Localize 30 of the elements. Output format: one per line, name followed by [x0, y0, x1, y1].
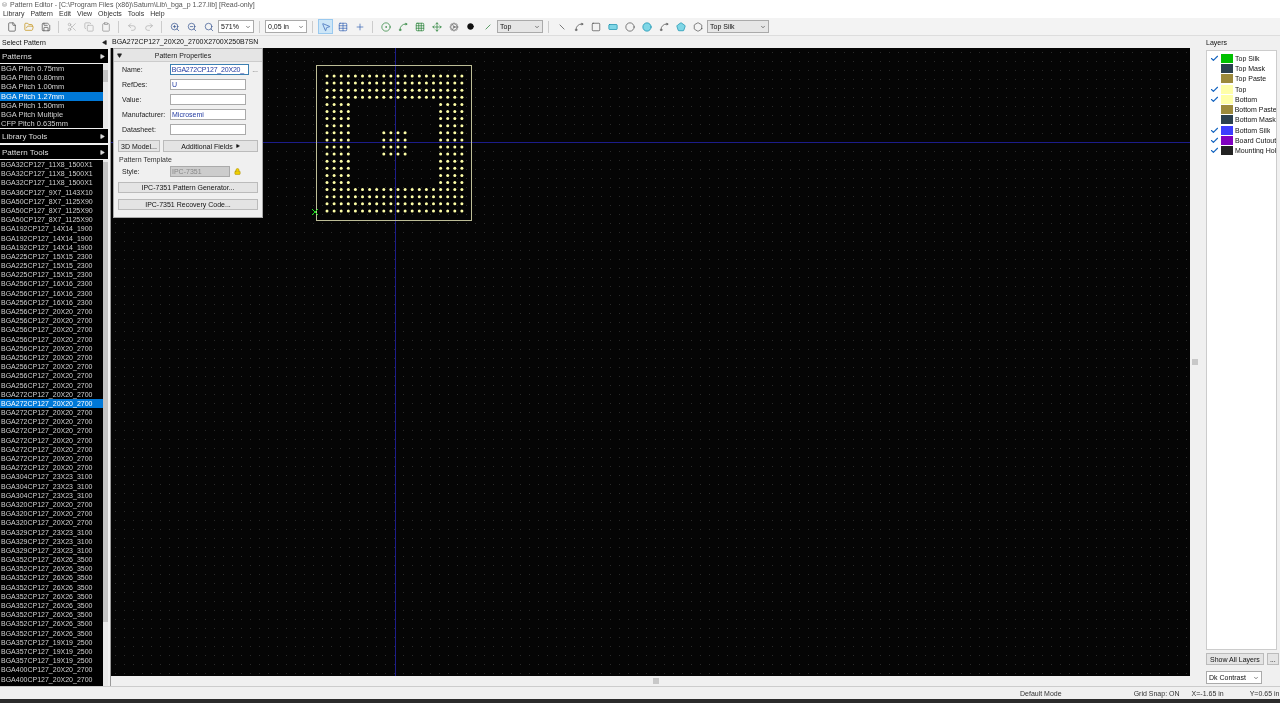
collapse-icon[interactable] [102, 39, 107, 45]
lock-icon[interactable] [234, 168, 241, 175]
design-canvas[interactable] [111, 48, 1190, 676]
collapse-icon[interactable] [117, 52, 122, 58]
copy-icon[interactable] [81, 19, 96, 34]
text-field[interactable] [170, 94, 246, 105]
expand-icon [235, 144, 240, 148]
origin-marker [311, 208, 319, 216]
caret-icon [298, 23, 304, 30]
pad-icon[interactable] [378, 19, 393, 34]
check-icon[interactable] [1210, 53, 1219, 63]
scrollbar[interactable] [103, 160, 108, 686]
section-header[interactable]: Patterns [0, 49, 108, 63]
scrollbar[interactable] [103, 64, 108, 128]
section-header[interactable]: Pattern Tools [0, 145, 108, 159]
filled-ellipse-icon[interactable] [639, 19, 654, 34]
pointer-icon[interactable] [318, 19, 333, 34]
expand-icon [100, 149, 105, 155]
ellipse-icon[interactable] [622, 19, 637, 34]
section-header[interactable]: Library Tools [0, 129, 108, 143]
caret-icon [760, 23, 766, 30]
caret-icon [1253, 674, 1259, 681]
app-icon [2, 2, 7, 7]
caret-icon [534, 23, 540, 30]
text-field[interactable] [170, 124, 246, 135]
move-icon[interactable] [429, 19, 444, 34]
polygon-icon[interactable] [673, 19, 688, 34]
caret-icon [245, 23, 251, 30]
expand-icon [100, 133, 105, 139]
expand-icon [100, 53, 105, 59]
